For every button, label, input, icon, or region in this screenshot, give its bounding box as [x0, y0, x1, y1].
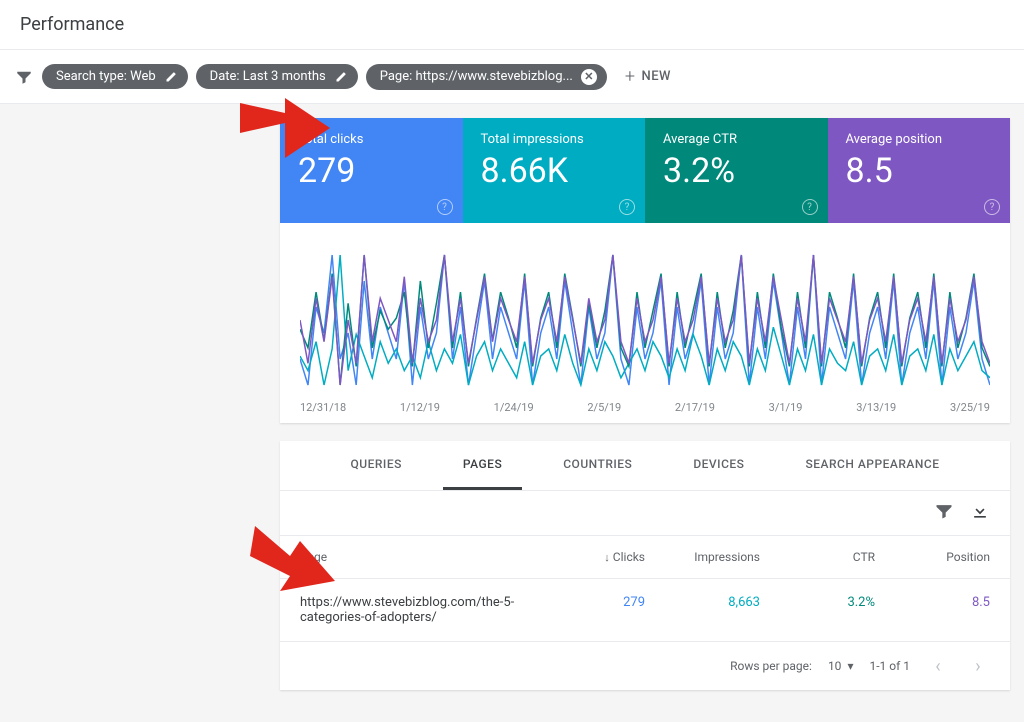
xlabel: 3/13/19 [856, 401, 896, 414]
tab-devices[interactable]: DEVICES [673, 441, 764, 490]
table-row[interactable]: https://www.stevebizblog.com/the-5-categ… [280, 579, 1010, 642]
xlabel: 3/1/19 [769, 401, 803, 414]
help-icon[interactable]: ? [437, 199, 453, 215]
tab-queries[interactable]: QUERIES [330, 441, 421, 490]
page-title: Performance [20, 14, 1004, 35]
metric-value: 3.2% [663, 151, 810, 191]
metric-row: Total clicks 279 ? Total impressions 8.6… [280, 118, 1010, 223]
table-card: QUERIES PAGES COUNTRIES DEVICES SEARCH APPEA… [280, 441, 1010, 690]
pencil-icon [164, 70, 178, 84]
chip-label: Page: https://www.stevebizblog... [380, 69, 573, 84]
xlabel: 3/25/19 [950, 401, 990, 414]
xlabel: 1/24/19 [494, 401, 534, 414]
cell-ctr: 3.2% [760, 595, 875, 625]
help-icon[interactable]: ? [802, 199, 818, 215]
metric-label: Average position [846, 132, 993, 147]
tab-pages[interactable]: PAGES [443, 441, 522, 490]
help-icon[interactable]: ? [619, 199, 635, 215]
new-label: NEW [641, 69, 671, 84]
chip-label: Search type: Web [56, 69, 156, 84]
sort-down-icon: ↓ [604, 551, 610, 564]
cell-clicks: 279 [530, 595, 645, 625]
add-filter-button[interactable]: + NEW [615, 60, 681, 93]
table-header-row: Page ↓Clicks Impressions CTR Position [280, 535, 1010, 579]
xlabel: 2/17/19 [675, 401, 715, 414]
metric-value: 8.66K [481, 151, 628, 191]
table-tabs: QUERIES PAGES COUNTRIES DEVICES SEARCH APPEA… [280, 441, 1010, 491]
close-icon[interactable]: ✕ [581, 69, 597, 85]
metric-label: Total impressions [481, 132, 628, 147]
filter-icon[interactable] [14, 67, 34, 87]
download-icon[interactable] [970, 501, 990, 525]
metric-ctr[interactable]: Average CTR 3.2% ? [645, 118, 828, 223]
chevron-down-icon: ▾ [847, 659, 853, 673]
col-header-clicks[interactable]: ↓Clicks [530, 550, 645, 564]
prev-page-button[interactable]: ‹ [926, 654, 950, 678]
metric-label: Average CTR [663, 132, 810, 147]
content-area: Total clicks 279 ? Total impressions 8.6… [0, 104, 1024, 722]
performance-chart: 12/31/18 1/12/19 1/24/19 2/5/19 2/17/19 3/1/1… [280, 223, 1010, 423]
filter-chip-search-type[interactable]: Search type: Web [42, 64, 188, 89]
pagination: Rows per page: 10 ▾ 1-1 of 1 ‹ › [280, 642, 1010, 690]
pagination-range: 1-1 of 1 [869, 659, 910, 673]
xlabel: 12/31/18 [300, 401, 346, 414]
chart-xlabels: 12/31/18 1/12/19 1/24/19 2/5/19 2/17/19 3/1/1… [300, 399, 990, 416]
filter-bar: Search type: Web Date: Last 3 months Pag… [0, 50, 1024, 104]
annotation-arrow [230, 78, 340, 172]
xlabel: 1/12/19 [400, 401, 440, 414]
metrics-card: Total clicks 279 ? Total impressions 8.6… [280, 118, 1010, 423]
metric-impressions[interactable]: Total impressions 8.66K ? [463, 118, 646, 223]
page-header: Performance [0, 0, 1024, 50]
rows-per-page-select[interactable]: 10 ▾ [828, 659, 854, 673]
filter-icon[interactable] [934, 501, 954, 525]
metric-value: 8.5 [846, 151, 993, 191]
table-actions [280, 491, 1010, 535]
chart-lines [300, 235, 990, 395]
tab-search-appearance[interactable]: SEARCH APPEARANCE [785, 441, 959, 490]
filter-chip-page[interactable]: Page: https://www.stevebizblog... ✕ [366, 64, 607, 90]
col-header-impressions[interactable]: Impressions [645, 550, 760, 564]
annotation-arrow [250, 511, 350, 605]
cell-position: 8.5 [875, 595, 990, 625]
tab-countries[interactable]: COUNTRIES [543, 441, 652, 490]
cell-impressions: 8,663 [645, 595, 760, 625]
col-header-position[interactable]: Position [875, 550, 990, 564]
table-body: https://www.stevebizblog.com/the-5-categ… [280, 579, 1010, 642]
col-header-ctr[interactable]: CTR [760, 550, 875, 564]
next-page-button[interactable]: › [966, 654, 990, 678]
plus-icon: + [625, 66, 636, 87]
metric-position[interactable]: Average position 8.5 ? [828, 118, 1011, 223]
rows-per-page-label: Rows per page: [730, 659, 812, 673]
xlabel: 2/5/19 [587, 401, 621, 414]
help-icon[interactable]: ? [984, 199, 1000, 215]
